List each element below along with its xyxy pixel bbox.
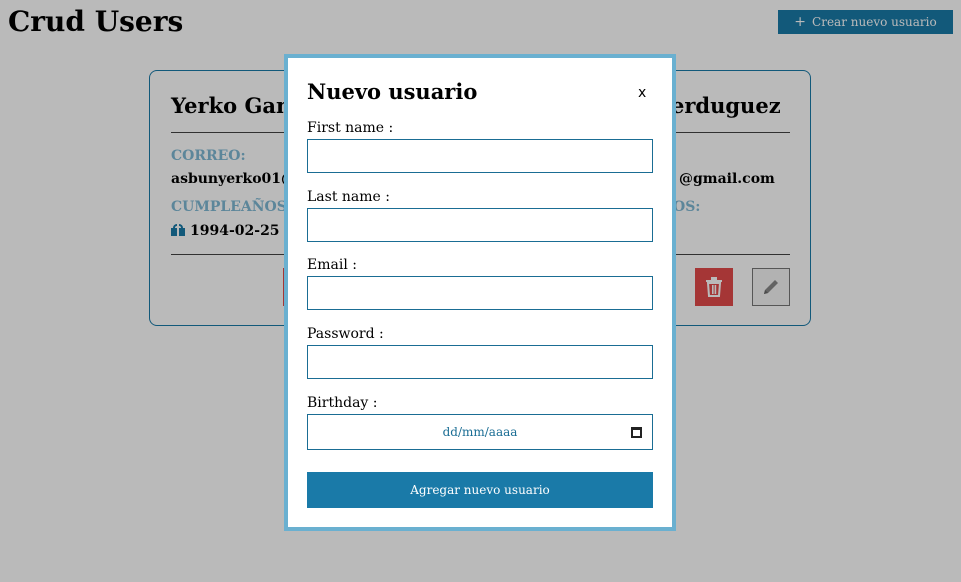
password-label: Password : [307, 326, 384, 342]
modal-title: Nuevo usuario [307, 79, 478, 104]
password-input[interactable] [307, 345, 653, 379]
email-label: Email : [307, 257, 357, 273]
calendar-icon[interactable] [631, 427, 642, 438]
birthday-date-input[interactable]: dd/mm/aaaa [307, 414, 653, 450]
page: Crud Users + Crear nuevo usuario Yerko G… [0, 0, 961, 582]
date-placeholder: dd/mm/aaaa [442, 425, 518, 439]
birthday-label: Birthday : [307, 395, 378, 411]
last-name-label: Last name : [307, 189, 390, 205]
first-name-input[interactable] [307, 139, 653, 173]
new-user-modal: Nuevo usuario x First name : Last name :… [284, 54, 676, 531]
close-button[interactable]: x [638, 85, 646, 101]
first-name-label: First name : [307, 120, 394, 136]
add-user-submit-button[interactable]: Agregar nuevo usuario [307, 472, 653, 508]
last-name-input[interactable] [307, 208, 653, 242]
email-input[interactable] [307, 276, 653, 310]
